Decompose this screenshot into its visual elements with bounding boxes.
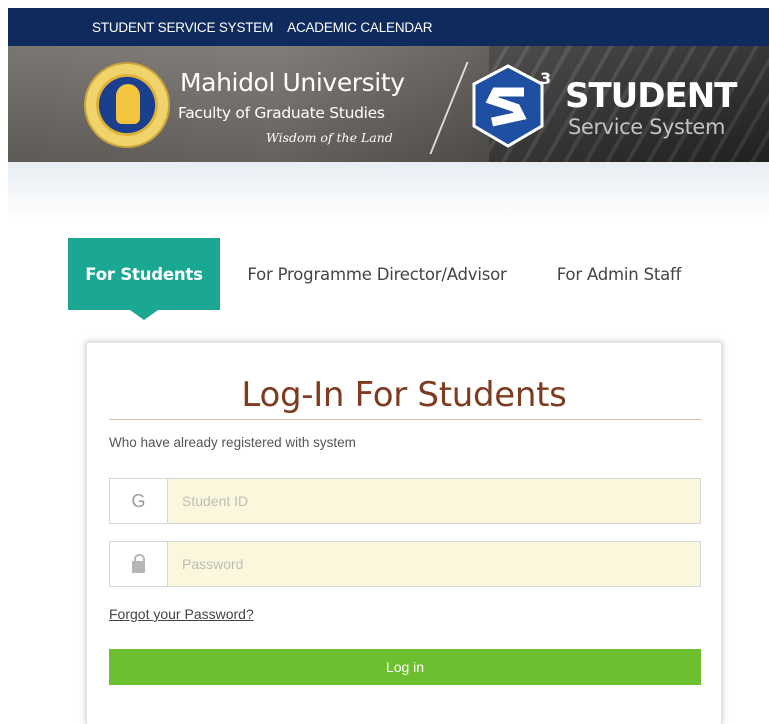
nav-student-service-system[interactable]: STUDENT SERVICE SYSTEM (92, 20, 273, 35)
login-subtitle: Who have already registered with system (109, 435, 356, 450)
tab-for-admin-staff[interactable]: For Admin Staff (540, 238, 698, 310)
faculty-name: Faculty of Graduate Studies (178, 104, 385, 122)
login-button[interactable]: Log in (109, 649, 701, 685)
university-seal-icon (84, 62, 170, 148)
lock-icon (132, 554, 145, 573)
student-id-prefix: G (110, 479, 168, 523)
header-banner: Mahidol University Faculty of Graduate S… (8, 46, 769, 162)
s3-logo-icon: 3 (472, 64, 551, 148)
system-subtitle: Service System (568, 115, 725, 139)
tab-for-programme-director[interactable]: For Programme Director/Advisor (228, 238, 526, 310)
password-field (109, 541, 701, 587)
login-card: Log-In For Students Who have already reg… (86, 342, 722, 724)
forgot-password-link[interactable]: Forgot your Password? (109, 606, 254, 622)
system-title: STUDENT (565, 76, 737, 116)
nav-academic-calendar[interactable]: ACADEMIC CALENDAR (287, 20, 432, 35)
svg-text:3: 3 (540, 69, 551, 88)
top-nav: STUDENT SERVICE SYSTEM ACADEMIC CALENDAR (8, 8, 769, 46)
university-motto: Wisdom of the Land (266, 130, 393, 145)
tab-for-students[interactable]: For Students (68, 238, 220, 320)
password-input[interactable] (168, 542, 700, 586)
title-divider (109, 419, 701, 420)
student-id-input[interactable] (168, 479, 700, 523)
student-id-field: G (109, 478, 701, 524)
university-name: Mahidol University (180, 68, 405, 97)
banner-fade (8, 162, 769, 220)
login-title: Log-In For Students (241, 375, 567, 415)
